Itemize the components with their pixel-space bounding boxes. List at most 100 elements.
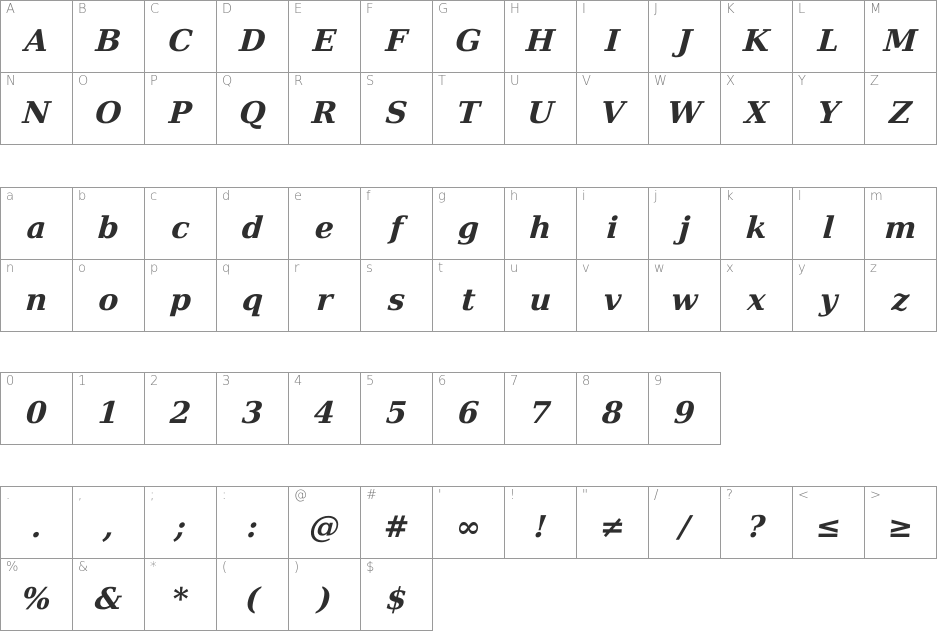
- glyph-sample: C: [167, 24, 194, 59]
- glyph-sample: v: [602, 283, 623, 318]
- glyph-sample: X: [743, 96, 770, 131]
- glyph-label: L: [798, 2, 806, 17]
- glyph-cell: %%: [0, 558, 73, 631]
- glyph-label: y: [798, 261, 806, 276]
- glyph-label: R: [294, 74, 304, 89]
- glyph-cell: ii: [576, 187, 649, 260]
- glyph-label: A: [6, 2, 15, 17]
- glyph-label: /: [654, 488, 659, 503]
- glyph-label: 2: [150, 374, 159, 389]
- glyph-sample: d: [240, 211, 265, 246]
- glyph-label: 1: [78, 374, 87, 389]
- glyph-sample: U: [526, 96, 555, 131]
- glyph-label: @: [294, 488, 307, 503]
- glyph-label: .: [6, 488, 11, 503]
- glyph-cell: ee: [288, 187, 361, 260]
- glyph-label: I: [582, 2, 586, 17]
- glyph-sample: l: [821, 211, 836, 246]
- glyph-label: g: [438, 189, 446, 204]
- glyph-cell: YY: [792, 72, 865, 145]
- glyph-cell: ??: [720, 486, 793, 559]
- glyph-cell: RR: [288, 72, 361, 145]
- glyph-label: ;: [150, 488, 155, 503]
- glyph-cell: pp: [144, 259, 217, 332]
- glyph-label: 5: [366, 374, 375, 389]
- glyph-sample: Q: [238, 96, 267, 131]
- glyph-cell: ((: [216, 558, 289, 631]
- glyph-sample: 2: [168, 396, 193, 431]
- glyph-label: p: [150, 261, 159, 276]
- glyph-label: e: [294, 189, 302, 204]
- glyph-cell: uu: [504, 259, 577, 332]
- glyph-sample: z: [890, 283, 911, 318]
- glyph-label: B: [78, 2, 87, 17]
- glyph-label: !: [510, 488, 516, 503]
- glyph-sample: ∞: [454, 510, 483, 545]
- glyph-cell: ' ∞: [432, 486, 505, 559]
- glyph-label: s: [366, 261, 373, 276]
- glyph-sample: K: [742, 24, 771, 59]
- glyph-cell: 22: [144, 372, 217, 445]
- glyph-cell: SS: [360, 72, 433, 145]
- glyph-cell: 77: [504, 372, 577, 445]
- glyph-sample: ≠: [598, 510, 627, 545]
- glyph-cell: II: [576, 0, 649, 73]
- glyph-sample: (: [244, 582, 261, 617]
- glyph-sample: f: [388, 211, 405, 246]
- glyph-sample: h: [528, 211, 553, 246]
- glyph-cell: 33: [216, 372, 289, 445]
- glyph-sample: ;: [173, 510, 188, 545]
- glyph-cell: LL: [792, 0, 865, 73]
- glyph-cell: hh: [504, 187, 577, 260]
- glyph-cell: aa: [0, 187, 73, 260]
- glyph-label: v: [582, 261, 590, 276]
- glyph-cell: tt: [432, 259, 505, 332]
- glyph-label: ?: [726, 488, 733, 503]
- glyph-cell: !!: [504, 486, 577, 559]
- glyph-sample: 0: [24, 396, 49, 431]
- glyph-sample: I: [604, 24, 621, 59]
- glyph-cell: 44: [288, 372, 361, 445]
- glyph-sample: i: [605, 211, 620, 246]
- glyph-label: ": [582, 488, 588, 503]
- glyph-label: D: [222, 2, 233, 17]
- glyph-cell: $ $: [360, 558, 433, 631]
- glyph-cell: zz: [864, 259, 937, 332]
- glyph-sample: &: [93, 582, 124, 617]
- glyph-sample: H: [525, 24, 556, 59]
- glyph-cell: nn: [0, 259, 73, 332]
- glyph-sample: x: [746, 283, 767, 318]
- glyph-label: S: [366, 74, 375, 89]
- glyph-sample: 5: [384, 396, 409, 431]
- glyph-sample: a: [25, 211, 48, 246]
- glyph-cell: # #: [360, 486, 433, 559]
- glyph-sample: N: [21, 96, 52, 131]
- glyph-label: q: [222, 261, 231, 276]
- glyph-cell: jj: [648, 187, 721, 260]
- glyph-label: Y: [798, 74, 806, 89]
- glyph-sample: ,: [102, 510, 115, 545]
- glyph-label: X: [726, 74, 735, 89]
- glyph-label: F: [366, 2, 374, 17]
- glyph-label: t: [438, 261, 444, 276]
- glyph-label: H: [510, 2, 520, 17]
- glyph-cell: ff: [360, 187, 433, 260]
- glyph-cell: WW: [648, 72, 721, 145]
- glyph-label: l: [798, 189, 802, 204]
- glyph-sample: .: [30, 510, 43, 545]
- glyph-sample: q: [240, 283, 265, 318]
- glyph-cell: PP: [144, 72, 217, 145]
- glyph-cell: mm: [864, 187, 937, 260]
- glyph-label: n: [6, 261, 15, 276]
- glyph-sample: p: [168, 283, 193, 318]
- glyph-sample: Y: [816, 96, 841, 131]
- glyph-label: d: [222, 189, 231, 204]
- glyph-cell: ..: [0, 486, 73, 559]
- glyph-label: $: [366, 560, 375, 575]
- glyph-label: %: [6, 560, 19, 575]
- glyph-cell: < ≤: [792, 486, 865, 559]
- glyph-label: h: [510, 189, 519, 204]
- glyph-cell: rr: [288, 259, 361, 332]
- glyph-cell: KK: [720, 0, 793, 73]
- glyph-label: M: [870, 2, 882, 17]
